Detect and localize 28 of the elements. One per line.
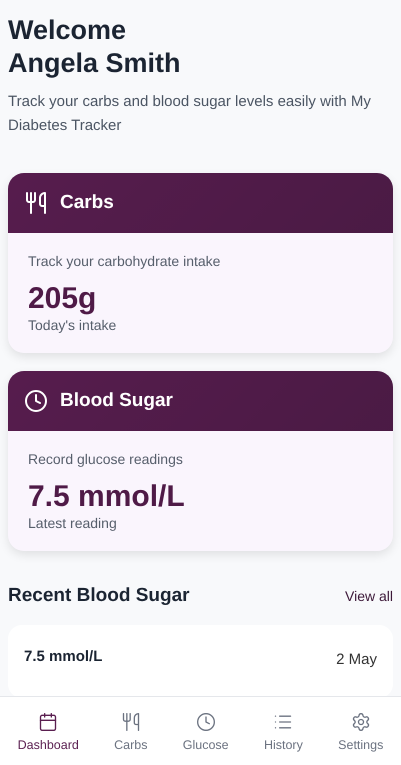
- calendar-icon: [38, 712, 58, 732]
- nav-tab[interactable]: Carbs: [110, 708, 152, 756]
- nav-tab[interactable]: Dashboard: [14, 708, 83, 756]
- utensils-icon: [120, 712, 141, 732]
- card-title: Blood Sugar: [60, 390, 173, 412]
- clock-icon: [24, 389, 48, 413]
- section-title: Recent Blood Sugar: [8, 585, 190, 607]
- nav-tab[interactable]: Settings: [334, 708, 388, 756]
- card-description: Track your carbohydrate intake: [28, 253, 222, 269]
- card-caption: Today's intake: [28, 317, 118, 333]
- welcome-title: Welcome Angela Smith: [8, 14, 182, 80]
- summary-card[interactable]: Carbs Track your carbohydrate intake 205g Today's intake: [8, 173, 393, 353]
- nav-tab[interactable]: Glucose: [178, 708, 233, 756]
- card-title: Carbs: [60, 192, 114, 214]
- card-caption: Latest reading: [28, 515, 118, 531]
- view-all-link[interactable]: View all: [345, 588, 393, 604]
- subtitle: Track your carbs and blood sugar levels easily with My Diabetes Tracker: [8, 92, 372, 136]
- reading-date: 2 May: [336, 651, 377, 668]
- utensils-icon: [24, 191, 48, 215]
- card-value: 205g: [28, 281, 98, 317]
- reading-card[interactable]: 7.5 mmol/L 2 May: [8, 625, 393, 698]
- reading-value: 7.5 mmol/L: [24, 648, 102, 665]
- card-description: Record glucose readings: [28, 451, 184, 467]
- summary-card[interactable]: Blood Sugar Record glucose readings 7.5 mmol/L Latest reading: [8, 371, 393, 551]
- nav-tab[interactable]: History: [260, 708, 307, 756]
- settings-icon: [350, 712, 371, 732]
- clock-icon: [196, 712, 216, 732]
- card-value: 7.5 mmol/L: [28, 479, 186, 515]
